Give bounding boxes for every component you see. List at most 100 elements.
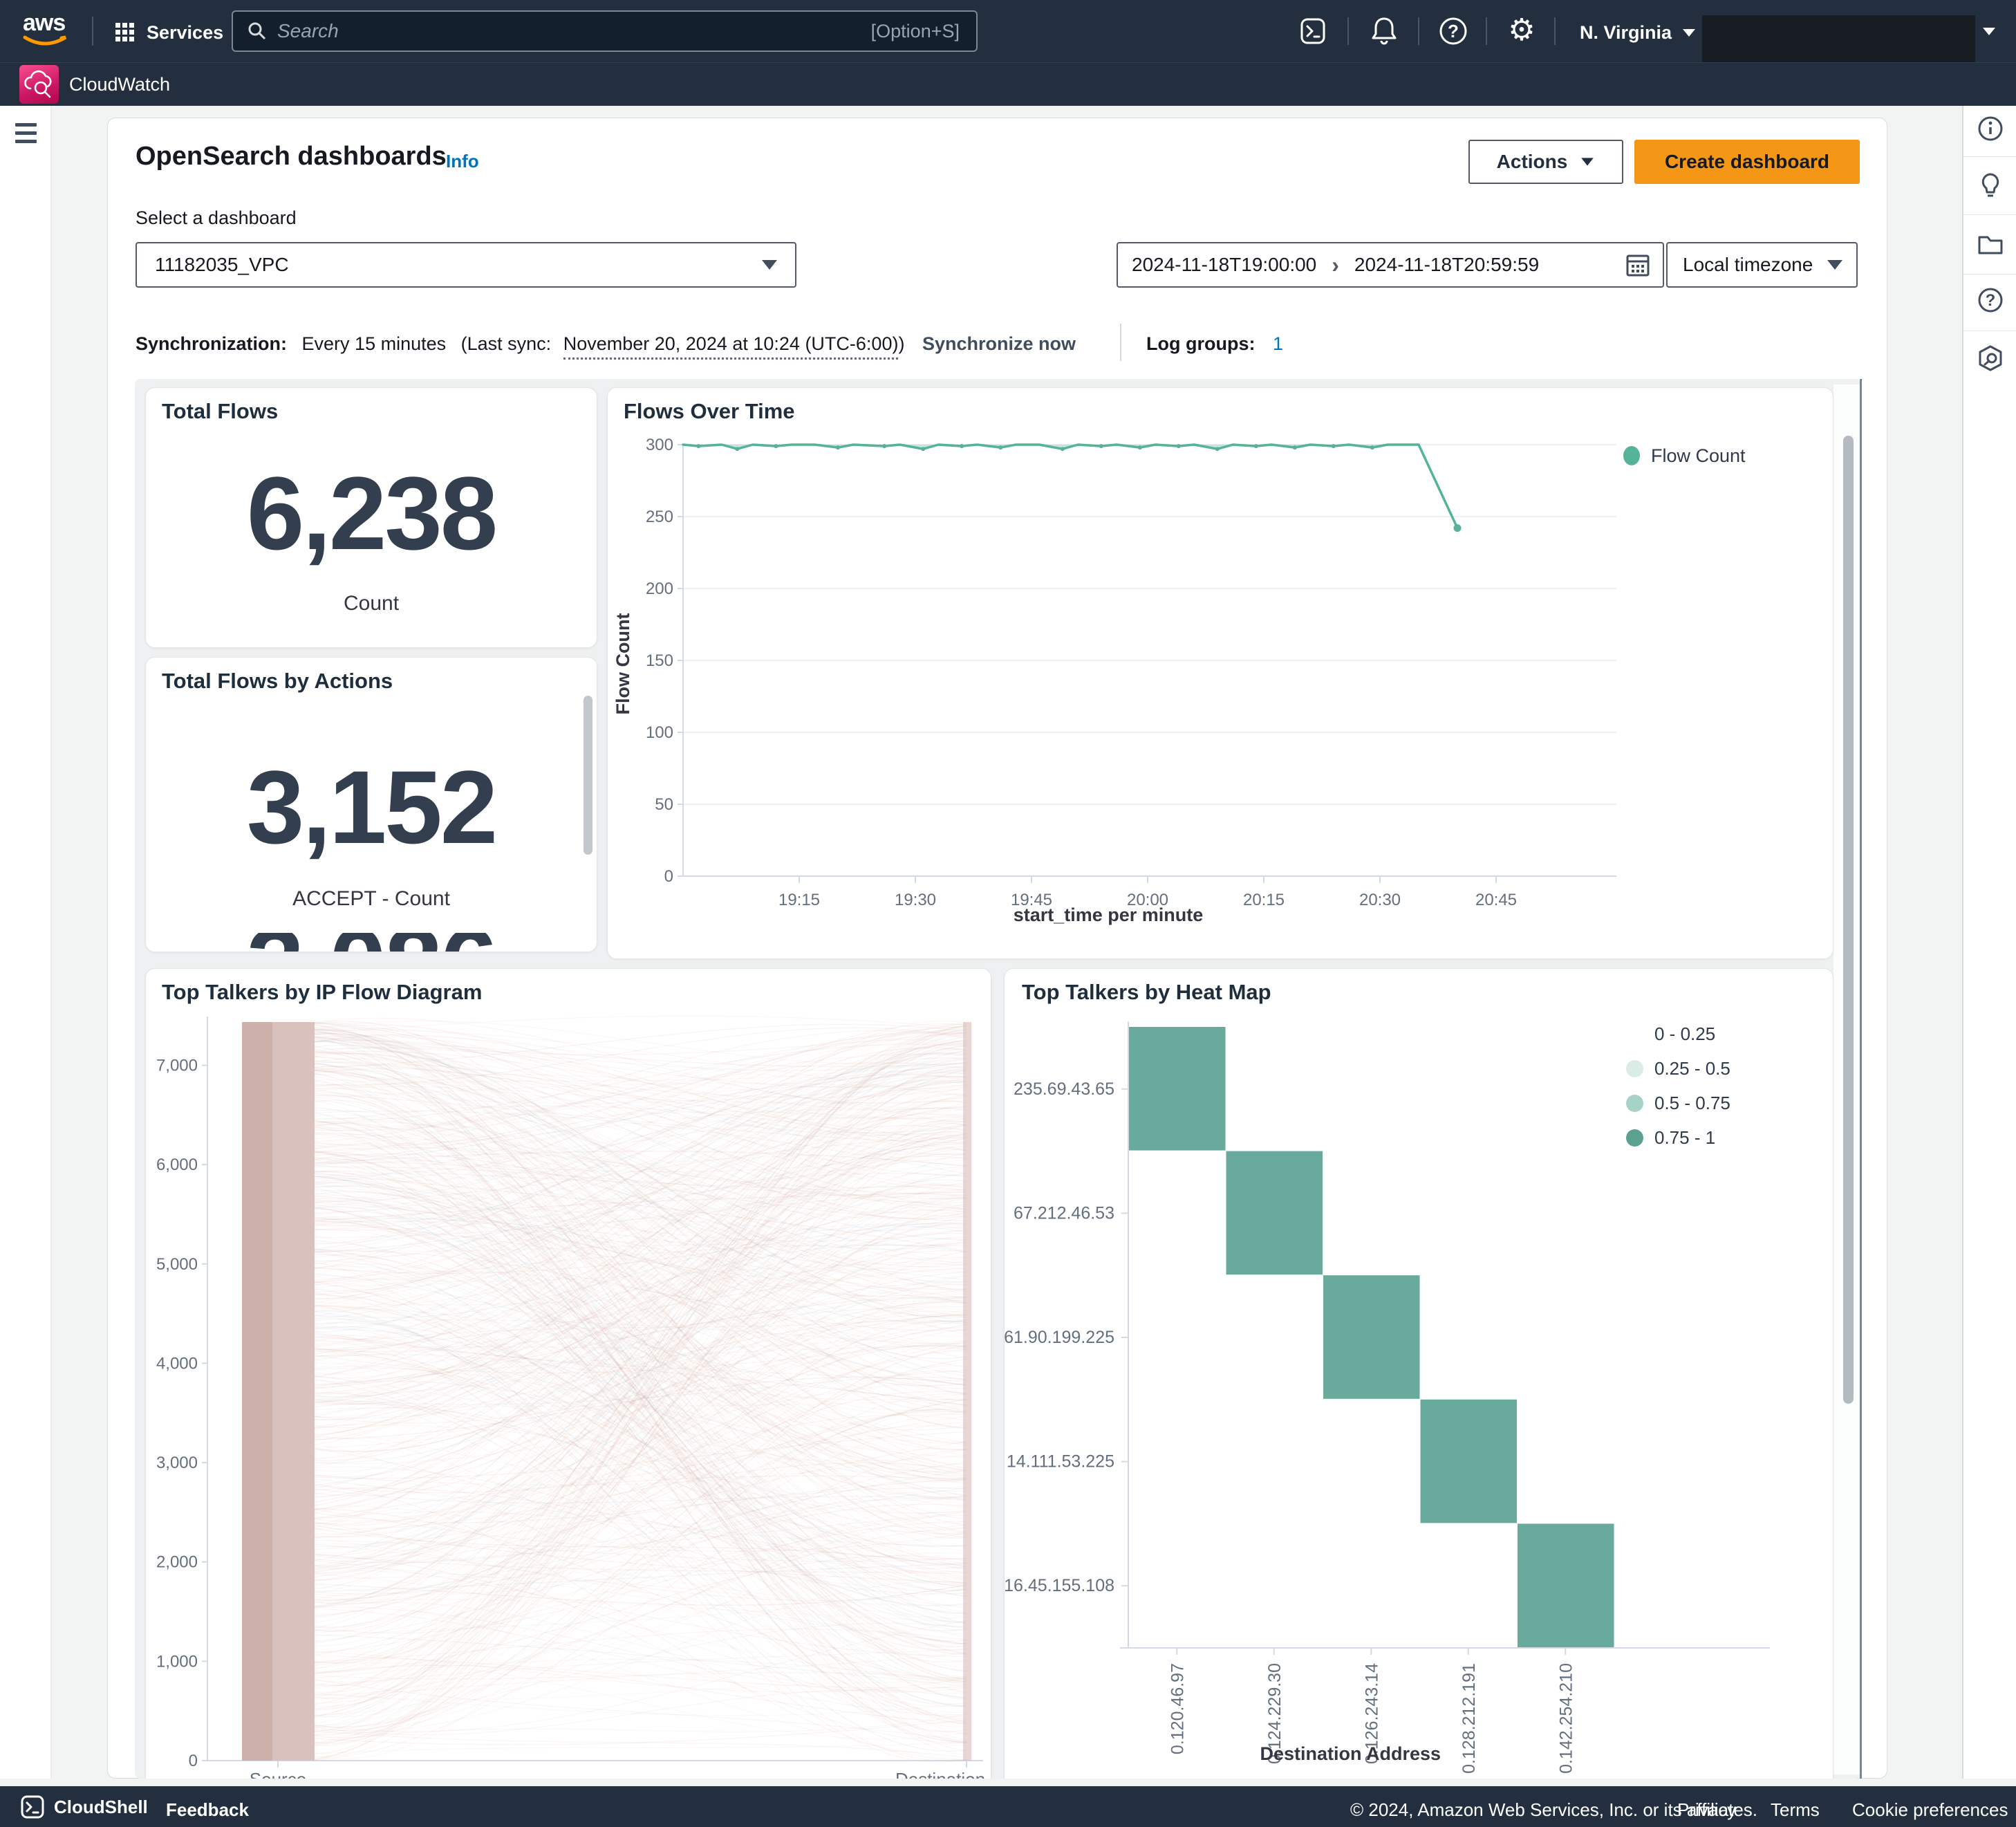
log-groups-count-link[interactable]: 1	[1273, 333, 1283, 354]
actions-button[interactable]: Actions	[1468, 140, 1623, 184]
footer-cookie-preferences-link[interactable]: Cookie preferences	[1852, 1799, 2008, 1821]
heat-legend-item[interactable]: 0.25 - 0.5	[1626, 1051, 1730, 1086]
total-flows-widget[interactable]: Total Flows 6,238 Count	[145, 387, 597, 648]
cloudshell-icon	[1300, 17, 1327, 45]
nav-divider	[1554, 17, 1556, 45]
synchronization-row: Synchronization: Every 15 minutes (Last …	[136, 333, 1076, 355]
account-chevron-down-icon[interactable]	[1983, 28, 1995, 35]
sync-label: Synchronization:	[136, 333, 287, 354]
settings-button[interactable]: ⚙	[1506, 14, 1538, 47]
folder-icon	[1977, 230, 2004, 258]
reject-count-value-partial: 3,086	[146, 933, 597, 952]
accept-count-unit: ACCEPT - Count	[146, 887, 597, 911]
footer-privacy-link[interactable]: Privacy	[1677, 1799, 1736, 1821]
series-end-marker	[1454, 524, 1462, 532]
y-tick-label: 50	[655, 795, 673, 814]
nav-divider	[1418, 17, 1419, 45]
row-label: 67.212.46.53	[1014, 1203, 1114, 1223]
x-tick-label: 20:15	[1243, 891, 1285, 909]
y-tick-label: 2,000	[156, 1553, 198, 1572]
account-name-redacted[interactable]	[1702, 15, 1975, 62]
widgets-scrollbar-thumb[interactable]	[1843, 436, 1854, 1404]
heatmap-cell	[1226, 1151, 1323, 1275]
cloudshell-button[interactable]	[1300, 17, 1327, 45]
footer-bar: CloudShell Feedback © 2024, Amazon Web S…	[0, 1786, 2016, 1827]
heatmap-cell	[1323, 1275, 1420, 1399]
legend-dot-icon	[1626, 1129, 1643, 1147]
synchronize-now-link[interactable]: Synchronize now	[922, 333, 1076, 354]
create-dashboard-button[interactable]: Create dashboard	[1634, 140, 1860, 184]
date-start-value: 2024-11-18T19:00:00	[1132, 254, 1316, 276]
col-label: 0.120.46.97	[1168, 1663, 1187, 1754]
timezone-value: Local timezone	[1683, 254, 1813, 276]
footer-terms-link[interactable]: Terms	[1771, 1799, 1820, 1821]
aws-logo[interactable]: aws	[23, 10, 78, 51]
region-selector[interactable]: N. Virginia	[1580, 19, 1695, 46]
series-marker	[1370, 445, 1374, 449]
y-tick-label: 150	[646, 651, 673, 670]
select-dashboard-label: Select a dashboard	[136, 207, 297, 229]
y-tick-label: 3,000	[156, 1454, 198, 1472]
destination-axis-title: Destination	[895, 1769, 985, 1779]
cloudshell-icon	[21, 1795, 44, 1819]
cloudwatch-glyph-icon	[19, 65, 59, 104]
lightbulb-icon	[1977, 172, 2004, 200]
col-label: 0.128.212.191	[1459, 1663, 1479, 1774]
series-marker	[1254, 444, 1258, 448]
ip-flow-diagram-chart[interactable]: 01,0002,0003,0004,0005,0006,0007,000Sour…	[145, 968, 990, 1779]
heat-legend-item[interactable]: 0.5 - 0.75	[1626, 1086, 1730, 1120]
series-marker	[774, 444, 778, 448]
series-marker	[998, 445, 1002, 449]
footer-cloudshell-button[interactable]: CloudShell	[21, 1795, 148, 1819]
series-marker	[1138, 445, 1142, 449]
help-panel-button[interactable]: ?	[1977, 286, 2004, 314]
search-input[interactable]: Search [Option+S]	[232, 10, 978, 52]
last-sync-suffix: )	[898, 333, 904, 354]
y-tick-label: 100	[646, 723, 673, 742]
notifications-button[interactable]	[1370, 16, 1398, 46]
total-flows-by-actions-widget[interactable]: Total Flows by Actions 3,152 ACCEPT - Co…	[145, 657, 597, 952]
service-tools-panel-button[interactable]	[1977, 344, 2004, 372]
series-marker	[1099, 444, 1103, 448]
legend-dot-icon	[1626, 1026, 1643, 1043]
series-marker	[696, 444, 700, 448]
help-button[interactable]: ?	[1438, 16, 1468, 46]
row-label: 216.45.155.108	[1004, 1576, 1114, 1595]
rail-divider	[1963, 156, 2016, 157]
y-axis-title: Flow Count	[613, 613, 633, 715]
rail-divider	[1963, 214, 2016, 215]
flows-over-time-legend: Flow Count	[1623, 438, 1746, 473]
create-dashboard-label: Create dashboard	[1665, 151, 1829, 173]
date-end-value: 2024-11-18T20:59:59	[1354, 254, 1539, 276]
info-link[interactable]: Info	[446, 151, 479, 172]
heat-legend-item[interactable]: 0 - 0.25	[1626, 1017, 1730, 1051]
breadcrumb-cloudwatch[interactable]: CloudWatch	[69, 74, 170, 95]
footer-feedback-link[interactable]: Feedback	[166, 1799, 249, 1821]
timezone-select[interactable]: Local timezone	[1666, 242, 1858, 288]
col-label: 0.142.254.210	[1556, 1663, 1576, 1774]
dashboard-select[interactable]: 11182035_VPC	[136, 242, 796, 288]
log-groups-label: Log groups:	[1146, 333, 1255, 354]
widget-scrollbar-thumb[interactable]	[584, 696, 592, 855]
calendar-icon[interactable]	[1625, 252, 1650, 277]
legend-label: 0.75 - 1	[1654, 1127, 1715, 1149]
suggestions-panel-button[interactable]	[1977, 172, 2004, 200]
date-range-picker[interactable]: 2024-11-18T19:00:00 › 2024-11-18T20:59:5…	[1117, 242, 1664, 288]
cloudwatch-service-icon[interactable]	[19, 65, 59, 104]
legend-item[interactable]: Flow Count	[1623, 438, 1746, 473]
chevron-down-icon	[1683, 29, 1695, 37]
heat-legend-item[interactable]: 0.75 - 1	[1626, 1120, 1730, 1155]
page-title: OpenSearch dashboards	[136, 142, 447, 171]
left-sidebar-rail	[0, 105, 52, 1779]
notifications-bell-icon	[1370, 16, 1398, 46]
series-marker	[1061, 447, 1065, 451]
legend-dot-icon	[1626, 1095, 1643, 1112]
nav-divider	[1347, 17, 1349, 45]
dashboard-select-value: 11182035_VPC	[155, 254, 289, 276]
resources-panel-button[interactable]	[1977, 230, 2004, 258]
sidebar-hamburger-button[interactable]	[15, 123, 37, 143]
series-marker	[921, 447, 925, 451]
legend-dot-icon	[1626, 1060, 1643, 1077]
y-tick-label: 250	[646, 508, 673, 526]
info-panel-button[interactable]	[1977, 115, 2004, 142]
